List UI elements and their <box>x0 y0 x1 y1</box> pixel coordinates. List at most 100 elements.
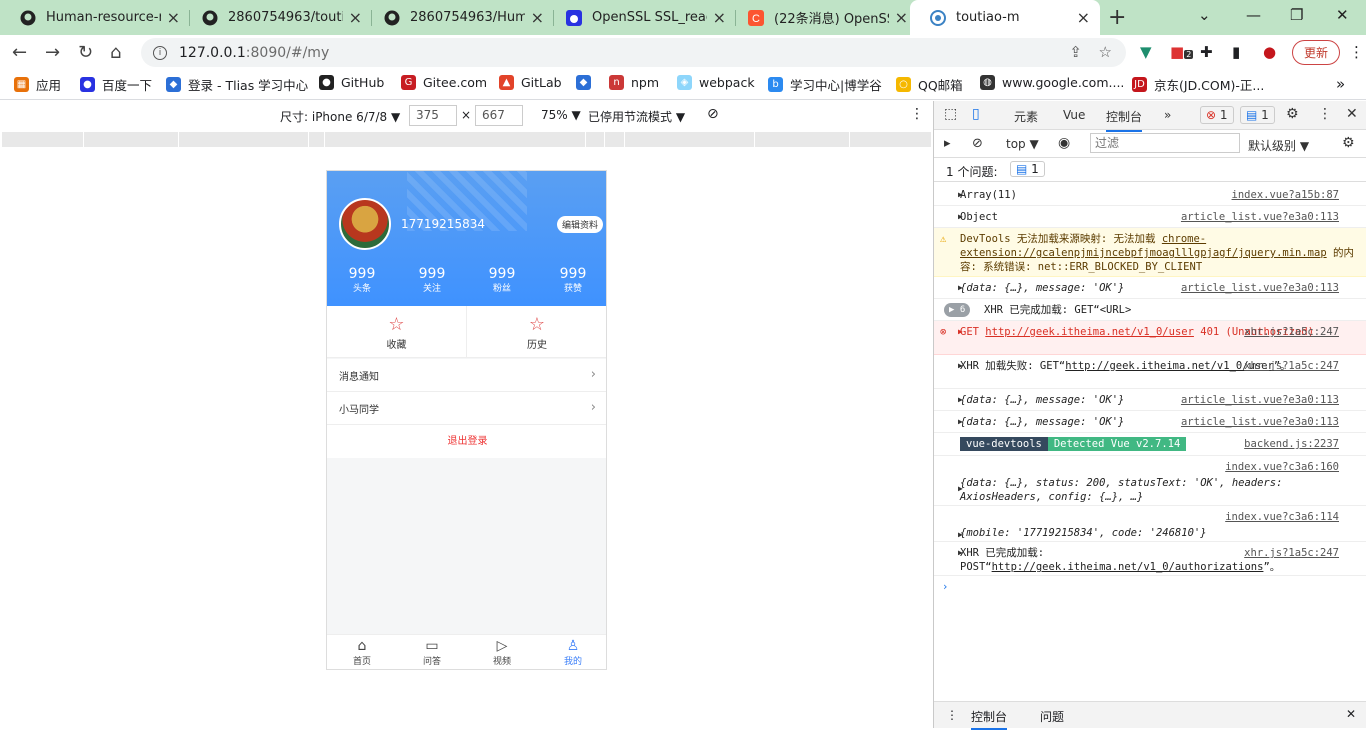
expand-triangle-icon[interactable]: ▶ <box>958 415 963 429</box>
cell-notifications[interactable]: 消息通知 › <box>327 359 606 392</box>
stat-item[interactable]: 999 获赞 <box>538 266 606 295</box>
logout-button[interactable]: 退出登录 <box>327 425 606 458</box>
grid-item-history[interactable]: ☆ 历史 <box>467 306 606 358</box>
zoom-select[interactable]: 75% ▼ <box>541 108 581 122</box>
close-window-button[interactable]: ✕ <box>1336 6 1349 24</box>
log-source-link[interactable]: article_list.vue?e3a0:113 <box>1181 281 1339 295</box>
browser-tab[interactable]: C (22条消息) OpenSSL × <box>728 0 918 35</box>
log-link[interactable]: http://geek.itheima.net/v1_0/authorizati… <box>992 561 1264 573</box>
browser-tab-active[interactable]: toutiao-m × <box>910 0 1100 35</box>
console-entry[interactable]: ▶ {data: {…}, message: 'OK'} article_list… <box>934 411 1366 433</box>
drawer-tab-issues[interactable]: 问题 <box>1040 708 1064 725</box>
settings-gear-icon[interactable]: ⚙ <box>1286 106 1299 122</box>
bookmark-item[interactable]: G Gitee.com <box>401 75 487 90</box>
console-filter-input[interactable] <box>1090 133 1240 153</box>
log-source-link[interactable]: article_list.vue?e3a0:113 <box>1181 393 1339 407</box>
expand-triangle-icon[interactable]: ▶ <box>958 393 963 407</box>
issues-count-badge[interactable]: ▤ 1 <box>1010 161 1045 177</box>
close-icon[interactable]: × <box>713 8 726 27</box>
close-icon[interactable]: × <box>349 8 362 27</box>
bookmark-item[interactable]: n npm <box>609 75 659 90</box>
log-source-link[interactable]: backend.js:2237 <box>1244 437 1339 451</box>
tab-search-icon[interactable]: ⌄ <box>1198 6 1211 24</box>
media-query-ruler[interactable] <box>2 132 931 147</box>
bookmark-item[interactable]: ◍ www.google.com.... <box>980 75 1124 90</box>
log-link[interactable]: http://geek.itheima.net/v1_0/user <box>1065 360 1274 372</box>
message-counter[interactable]: ▤ 1 <box>1240 106 1275 124</box>
device-width-input[interactable]: 375 <box>409 105 457 126</box>
edit-profile-button[interactable]: 编辑资料 <box>557 216 604 233</box>
device-select[interactable]: 尺寸: iPhone 6/7/8 ▼ <box>280 108 400 125</box>
drawer-tab-console[interactable]: 控制台 <box>971 708 1008 730</box>
bookmark-apps[interactable]: ▦ 应用 <box>14 75 61 94</box>
device-toggle-icon[interactable]: ▯ <box>972 106 980 122</box>
console-entry[interactable]: ▶ XHR 已完成加载: POST“http://geek.itheima.ne… <box>934 542 1366 576</box>
cell-assistant[interactable]: 小马同学 › <box>327 392 606 425</box>
close-icon[interactable]: × <box>1077 8 1090 27</box>
console-warning[interactable]: ⚠ DevTools 无法加载来源映射: 无法加载 chrome-extensio… <box>934 228 1366 277</box>
extension-badge-icon[interactable]: ■ 2 <box>1170 43 1194 61</box>
error-counter[interactable]: ⊗ 1 <box>1200 106 1234 124</box>
log-source-link[interactable]: index.vue?c3a6:114 <box>1225 510 1339 524</box>
close-drawer-icon[interactable]: ✕ <box>1346 707 1356 721</box>
bookmark-item[interactable]: ○ QQ邮箱 <box>896 75 963 94</box>
bookmarks-overflow-icon[interactable]: » <box>1336 75 1345 93</box>
close-icon[interactable]: × <box>531 8 544 27</box>
inspect-icon[interactable]: ⬚ <box>944 106 957 122</box>
site-info-icon[interactable]: i <box>153 45 167 60</box>
address-bar[interactable]: i 127.0.0.1:8090/#/my ⇪ ☆ <box>141 38 1126 67</box>
bookmark-item[interactable]: ● GitHub <box>319 75 384 90</box>
log-source-link[interactable]: xhr.js?1a5c:247 <box>1244 325 1339 339</box>
device-height-input[interactable]: 667 <box>475 105 523 126</box>
close-icon[interactable]: × <box>167 8 180 27</box>
expand-triangle-icon[interactable]: ▶ <box>958 210 963 224</box>
log-source-link[interactable]: article_list.vue?e3a0:113 <box>1181 210 1339 224</box>
home-button[interactable]: ⌂ <box>110 42 121 63</box>
update-button[interactable]: 更新 <box>1292 40 1340 65</box>
log-source-link[interactable]: xhr.js?1a5c:247 <box>1244 546 1339 560</box>
expand-triangle-icon[interactable]: ▶ <box>958 528 963 542</box>
console-prompt[interactable]: › <box>934 576 1366 596</box>
bookmark-item[interactable]: ◆ <box>576 75 598 90</box>
tab-elements[interactable]: 元素 <box>1014 108 1038 125</box>
restore-button[interactable]: ❐ <box>1290 6 1303 24</box>
browser-tab[interactable]: Human-resource-ma × <box>0 0 190 35</box>
back-button[interactable]: ← <box>12 42 27 63</box>
bookmark-item[interactable]: ◆ 登录 - Tlias 学习中心 <box>166 75 308 94</box>
close-icon[interactable]: × <box>895 8 908 27</box>
drawer-menu-icon[interactable]: ⋮ <box>946 708 958 722</box>
stat-item[interactable]: 999 关注 <box>397 266 467 295</box>
console-entry[interactable]: ▶ XHR 加载失败: GET“http://geek.itheima.net/… <box>934 355 1366 389</box>
rotate-icon[interactable]: ⊘ <box>707 106 719 122</box>
new-tab-button[interactable]: + <box>1108 5 1126 30</box>
bookmark-item[interactable]: ◈ webpack <box>677 75 755 90</box>
log-source-link[interactable]: xhr.js?1a5c:247 <box>1244 359 1339 373</box>
close-devtools-icon[interactable]: ✕ <box>1346 106 1358 122</box>
context-select[interactable]: top ▼ <box>1006 137 1039 151</box>
console-entry[interactable]: index.vue?c3a6:160 ▶ {data: {…}, status: … <box>934 456 1366 506</box>
console-entry[interactable]: ▶ Object article_list.vue?e3a0:113 <box>934 206 1366 228</box>
browser-tab[interactable]: 2860754963/toutiao × <box>182 0 372 35</box>
expand-triangle-icon[interactable]: ▶ <box>958 482 963 496</box>
stat-item[interactable]: 999 头条 <box>327 266 397 295</box>
tabbar-item-mine[interactable]: ♙ 我的 <box>538 638 606 667</box>
issues-bar[interactable]: 1 个问题: ▤ 1 <box>934 158 1366 182</box>
console-entry[interactable]: ▶ {data: {…}, message: 'OK'} article_list… <box>934 277 1366 299</box>
bookmark-item[interactable]: b 学习中心|博学谷 <box>768 75 882 94</box>
expand-triangle-icon[interactable]: ▶ <box>958 359 963 373</box>
console-entry[interactable]: index.vue?c3a6:114 ▶ {mobile: '1771921583… <box>934 506 1366 542</box>
menu-kebab-icon[interactable]: ⋮ <box>1349 43 1364 61</box>
bookmark-item[interactable]: ▲ GitLab <box>499 75 562 90</box>
more-tabs-icon[interactable]: » <box>1164 108 1171 122</box>
clear-console-icon[interactable]: ⊘ <box>972 136 983 151</box>
tab-console[interactable]: 控制台 <box>1106 108 1143 132</box>
expand-triangle-icon[interactable]: ▶ <box>958 281 963 295</box>
devtools-menu-icon[interactable]: ⋮ <box>1318 106 1332 122</box>
share-icon[interactable]: ⇪ <box>1069 43 1082 61</box>
minimize-button[interactable]: — <box>1246 6 1261 24</box>
profile-avatar[interactable]: ● <box>1263 43 1276 61</box>
console-entry[interactable]: vue-devtools Detected Vue v2.7.14 backend.… <box>934 433 1366 456</box>
log-levels-select[interactable]: 默认级别 ▼ <box>1248 137 1309 154</box>
console-group[interactable]: ▶ 6 XHR 已完成加载: GET“<URL> <box>934 299 1366 321</box>
side-panel-icon[interactable]: ▮ <box>1232 43 1240 61</box>
